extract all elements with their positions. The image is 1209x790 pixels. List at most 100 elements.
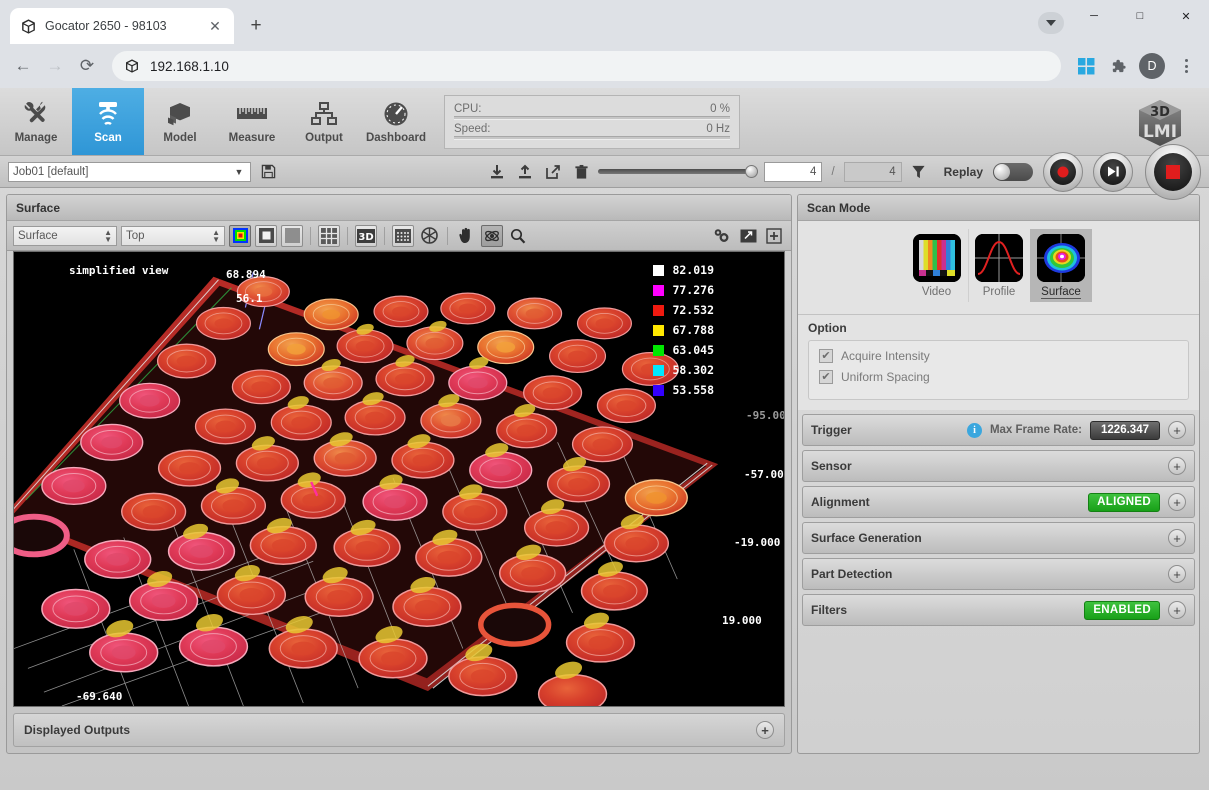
legend-swatch xyxy=(653,285,664,296)
alignment-status-badge: ALIGNED xyxy=(1088,493,1160,512)
filters-status-badge: ENABLED xyxy=(1084,601,1160,620)
svg-text:3D: 3D xyxy=(358,232,373,243)
legend-item: 58.302 xyxy=(653,360,714,380)
download-icon[interactable] xyxy=(486,160,508,184)
minimize-button[interactable]: ─ xyxy=(1071,0,1117,32)
network-tree-icon xyxy=(310,99,338,129)
speed-value: 0 Hz xyxy=(706,123,730,135)
step-frame-button[interactable] xyxy=(1093,152,1133,192)
reload-button[interactable]: ⟳ xyxy=(72,51,102,81)
section-title: Alignment xyxy=(811,495,870,509)
new-tab-button[interactable]: + xyxy=(242,12,270,40)
scan-mode-label: Video xyxy=(922,286,951,298)
acquire-intensity-checkbox[interactable]: ✔ xyxy=(819,349,833,363)
mesh-button[interactable] xyxy=(418,225,440,247)
points-button[interactable] xyxy=(392,225,414,247)
nav-item-manage[interactable]: Manage xyxy=(0,88,72,155)
axis-label-x-1: -57.000 xyxy=(744,468,785,481)
expand-icon[interactable]: + xyxy=(1168,493,1186,511)
expand-icon[interactable]: + xyxy=(1168,565,1186,583)
height-color-legend: 82.019 77.276 72.532 67.788 xyxy=(653,260,714,400)
section-title: Surface Generation xyxy=(811,531,922,545)
expand-icon[interactable]: + xyxy=(1168,457,1186,475)
uniform-spacing-row[interactable]: ✔ Uniform Spacing xyxy=(819,370,1178,384)
grid-button[interactable] xyxy=(318,225,340,247)
expand-icon[interactable]: + xyxy=(756,721,774,739)
section-part-detection[interactable]: Part Detection + xyxy=(802,558,1195,590)
section-alignment[interactable]: Alignment ALIGNED + xyxy=(802,486,1195,518)
nav-item-model[interactable]: Model xyxy=(144,88,216,155)
replay-position-slider[interactable] xyxy=(598,160,758,184)
scan-mode-title: Scan Mode xyxy=(798,195,1199,221)
nav-item-output[interactable]: Output xyxy=(288,88,360,155)
upload-icon[interactable] xyxy=(514,160,536,184)
nav-item-label: Scan xyxy=(94,132,122,144)
data-type-select[interactable]: Surface ▲▼ xyxy=(13,226,117,246)
legend-value: 72.532 xyxy=(672,303,714,317)
scan-mode-profile[interactable]: Profile xyxy=(968,229,1030,302)
replay-toggle[interactable] xyxy=(993,163,1033,181)
legend-swatch xyxy=(653,265,664,276)
job-select[interactable]: Job01 [default] ▼ xyxy=(8,162,251,182)
browser-menu-button[interactable] xyxy=(1171,51,1201,81)
stop-button[interactable] xyxy=(1145,144,1201,200)
address-bar[interactable]: 192.168.1.10 xyxy=(112,51,1061,81)
option-title: Option xyxy=(808,321,1189,335)
view-angle-select[interactable]: Top ▲▼ xyxy=(121,226,225,246)
nav-item-dashboard[interactable]: Dashboard xyxy=(360,88,432,155)
cpu-value: 0 % xyxy=(710,103,730,115)
popout-window-button[interactable] xyxy=(737,225,759,247)
maximize-button[interactable]: □ xyxy=(1117,0,1163,32)
windows-icon[interactable] xyxy=(1071,51,1101,81)
record-button[interactable] xyxy=(1043,152,1083,192)
section-trigger[interactable]: Trigger i Max Frame Rate: 1226.347 + xyxy=(802,414,1195,446)
profile-curve-icon xyxy=(975,234,1023,282)
slider-knob[interactable] xyxy=(745,165,758,178)
funnel-filter-icon[interactable] xyxy=(908,160,930,184)
color-map-button[interactable] xyxy=(229,225,251,247)
browser-tab[interactable]: Gocator 2650 - 98103 ✕ xyxy=(10,8,234,44)
back-button[interactable]: ← xyxy=(8,51,38,81)
lmi-cube-icon xyxy=(124,58,140,74)
pan-tool-button[interactable] xyxy=(455,225,477,247)
expand-icon[interactable]: + xyxy=(1168,529,1186,547)
floppy-save-icon[interactable] xyxy=(257,160,279,184)
export-icon[interactable] xyxy=(542,160,564,184)
section-sensor[interactable]: Sensor + xyxy=(802,450,1195,482)
scan-mode-video[interactable]: Video xyxy=(906,229,968,302)
legend-value: 53.558 xyxy=(672,383,714,397)
lmi-cube-icon xyxy=(20,18,37,35)
displayed-outputs-section[interactable]: Displayed Outputs + xyxy=(13,713,785,747)
settings-gear-button[interactable] xyxy=(711,225,733,247)
expand-icon[interactable]: + xyxy=(1168,421,1186,439)
svg-text:3D: 3D xyxy=(1150,105,1170,120)
legend-value: 67.788 xyxy=(672,323,714,337)
three-d-button[interactable]: 3D xyxy=(355,225,377,247)
intensity-map-button[interactable] xyxy=(255,225,277,247)
frame-current-input[interactable]: 4 xyxy=(764,162,822,182)
add-view-button[interactable] xyxy=(763,225,785,247)
rotate-tool-button[interactable] xyxy=(481,225,503,247)
info-icon[interactable]: i xyxy=(967,423,982,438)
surface-3d-viewport[interactable]: simplified view 68.894 56.1 -95.00 -57.0… xyxy=(13,251,785,707)
profile-avatar[interactable]: D xyxy=(1139,53,1165,79)
zoom-tool-button[interactable] xyxy=(507,225,529,247)
svg-text:LMI: LMI xyxy=(1143,122,1177,142)
scan-mode-surface[interactable]: Surface xyxy=(1030,229,1092,302)
nav-item-scan[interactable]: Scan xyxy=(72,88,144,155)
uniform-spacing-checkbox[interactable]: ✔ xyxy=(819,370,833,384)
slider-track xyxy=(598,169,758,174)
frame-total-input: 4 xyxy=(844,162,902,182)
spinner-arrows-icon: ▲▼ xyxy=(104,229,112,243)
grayscale-map-button[interactable] xyxy=(281,225,303,247)
close-icon[interactable]: ✕ xyxy=(206,17,224,35)
nav-item-measure[interactable]: Measure xyxy=(216,88,288,155)
tab-search-button[interactable] xyxy=(1038,12,1064,34)
section-filters[interactable]: Filters ENABLED + xyxy=(802,594,1195,626)
acquire-intensity-row[interactable]: ✔ Acquire Intensity xyxy=(819,349,1178,363)
expand-icon[interactable]: + xyxy=(1168,601,1186,619)
trash-icon[interactable] xyxy=(570,160,592,184)
extensions-puzzle-icon[interactable] xyxy=(1103,51,1133,81)
window-close-button[interactable]: ✕ xyxy=(1163,0,1209,32)
section-surface-generation[interactable]: Surface Generation + xyxy=(802,522,1195,554)
